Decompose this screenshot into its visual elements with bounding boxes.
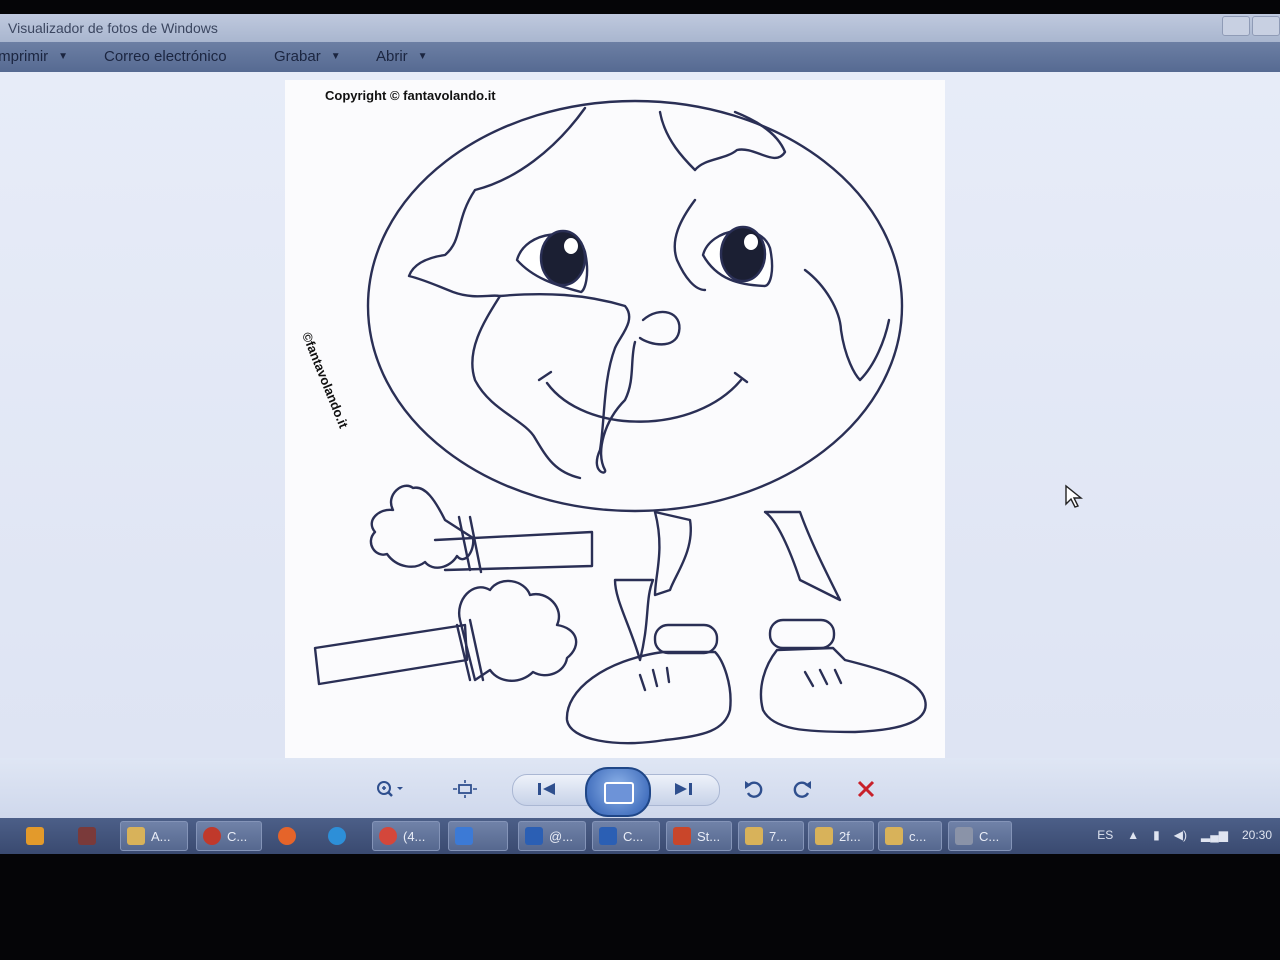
upper-hand: [369, 484, 475, 569]
nose: [638, 310, 681, 346]
powerpoint-icon: [673, 827, 691, 845]
window-title: Visualizador de fotos de Windows: [8, 20, 218, 36]
menu-burn-label: Grabar: [274, 48, 321, 65]
taskbar-item-app[interactable]: [72, 821, 112, 851]
next-icon[interactable]: [668, 778, 698, 800]
photo-viewer-icon: [455, 827, 473, 845]
rotate-left-icon[interactable]: [740, 778, 768, 800]
globe-outline: [366, 99, 904, 513]
taskbar-item-photo-viewer[interactable]: [448, 821, 508, 851]
menu-email-label: Correo electrónico: [104, 48, 227, 65]
previous-icon[interactable]: [532, 778, 562, 800]
mouse-cursor-icon: [1065, 484, 1083, 508]
browser-icon: [203, 827, 221, 845]
taskbar-item-folder-a[interactable]: A...: [120, 821, 188, 851]
word-icon: [599, 827, 617, 845]
continent-asia: [673, 198, 707, 292]
folder-icon: [127, 827, 145, 845]
firefox-icon: [278, 827, 296, 845]
taskbar-item-powerpoint[interactable]: St...: [666, 821, 732, 851]
edge-icon: [328, 827, 346, 845]
menu-print[interactable]: Imprimir ▼: [0, 48, 68, 65]
continent-europe: [658, 110, 787, 172]
minimize-button[interactable]: [1222, 16, 1250, 36]
taskbar-label: c...: [909, 828, 927, 844]
taskbar-item-chrome[interactable]: (4...: [372, 821, 440, 851]
menu-bar: Imprimir ▼ Correo electrónico Grabar ▼ A…: [0, 42, 1280, 72]
volume-icon[interactable]: ◀): [1174, 828, 1187, 842]
taskbar-item-folder-c[interactable]: c...: [878, 821, 942, 851]
folder-icon: [745, 827, 763, 845]
left-shoe: [565, 650, 732, 745]
clock[interactable]: 20:30: [1242, 828, 1272, 842]
system-tray: ES ▲ ▮ ◀) ▂▄▆ 20:30: [1097, 828, 1272, 842]
language-indicator[interactable]: ES: [1097, 828, 1113, 842]
upper-arm: [433, 530, 594, 572]
media-player-icon: [26, 827, 44, 845]
taskbar-label: St...: [697, 828, 721, 844]
word-icon: [525, 827, 543, 845]
menu-open-label: Abrir: [376, 48, 408, 65]
slideshow-button[interactable]: [585, 767, 651, 817]
left-leg: [653, 510, 692, 597]
image-viewer-area: Copyright © fantavolando.it ©fantavoland…: [0, 72, 1280, 758]
app-icon: [78, 827, 96, 845]
taskbar-label: 2f...: [839, 828, 861, 844]
signal-icon[interactable]: ▂▄▆: [1201, 828, 1228, 842]
delete-icon[interactable]: [852, 778, 880, 800]
taskbar-label: (4...: [403, 828, 426, 844]
taskbar-item-word-2[interactable]: C...: [592, 821, 660, 851]
chevron-down-icon: ▼: [417, 51, 428, 62]
taskbar-label: C...: [227, 828, 248, 844]
chevron-down-icon: ▼: [58, 51, 69, 62]
fit-window-icon[interactable]: [450, 778, 480, 800]
screen: Visualizador de fotos de Windows Imprimi…: [0, 14, 1280, 854]
taskbar-label: @...: [549, 828, 574, 844]
chevron-down-icon: ▼: [330, 51, 341, 62]
menu-print-label: Imprimir: [0, 48, 49, 65]
right-leg: [763, 510, 842, 602]
maximize-button[interactable]: [1252, 16, 1280, 36]
menu-open[interactable]: Abrir ▼: [376, 48, 428, 65]
zoom-icon[interactable]: [370, 778, 410, 800]
network-status-icon[interactable]: ▮: [1153, 828, 1160, 842]
viewer-controls: [0, 758, 1280, 818]
taskbar-item-browser[interactable]: C...: [196, 821, 262, 851]
tray-expand-icon[interactable]: ▲: [1127, 828, 1139, 842]
right-cuff: [768, 618, 836, 650]
taskbar-item-media-player[interactable]: [20, 821, 56, 851]
rotate-right-icon[interactable]: [788, 778, 816, 800]
title-bar: Visualizador de fotos de Windows: [0, 14, 1280, 42]
taskbar-label: 7...: [769, 828, 788, 844]
continent-africa: [803, 268, 891, 382]
right-shoe: [759, 646, 927, 734]
app-icon: [955, 827, 973, 845]
copyright-text: Copyright © fantavolando.it: [325, 88, 496, 103]
lower-arm: [313, 623, 469, 686]
window-controls: [1222, 16, 1280, 36]
taskbar-item-app-c[interactable]: C...: [948, 821, 1012, 851]
folder-icon: [815, 827, 833, 845]
slideshow-icon: [604, 782, 634, 804]
chrome-icon: [379, 827, 397, 845]
taskbar-label: A...: [151, 828, 171, 844]
taskbar-label: C...: [623, 828, 644, 844]
taskbar-item-folder-7[interactable]: 7...: [738, 821, 804, 851]
taskbar-label: C...: [979, 828, 1000, 844]
taskbar-item-word-1[interactable]: @...: [518, 821, 586, 851]
menu-burn[interactable]: Grabar ▼: [274, 48, 341, 65]
menu-email[interactable]: Correo electrónico: [104, 48, 227, 65]
lower-hand: [457, 579, 578, 682]
continent-south-america: [471, 294, 582, 480]
displayed-image: Copyright © fantavolando.it ©fantavoland…: [285, 80, 945, 758]
earth-character-drawing: [313, 99, 927, 745]
smile: [545, 378, 743, 423]
taskbar-item-folder-2f[interactable]: 2f...: [808, 821, 874, 851]
taskbar: A... C... (4... @... C... St... 7... 2f.…: [0, 818, 1280, 854]
left-cuff: [653, 623, 719, 655]
taskbar-item-edge[interactable]: [322, 821, 362, 851]
taskbar-item-firefox[interactable]: [272, 821, 312, 851]
folder-icon: [885, 827, 903, 845]
